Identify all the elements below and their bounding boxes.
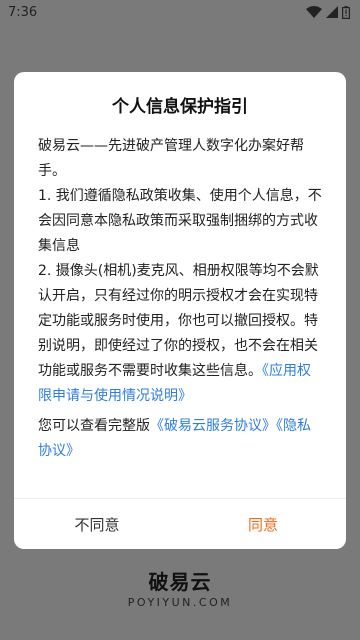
brand-domain: POYIYUN.COM bbox=[127, 596, 233, 609]
privacy-dialog: 个人信息保护指引 破易云——先进破产管理人数字化办案好帮手。 1. 我们遵循隐私… bbox=[14, 72, 346, 549]
status-time: 7:36 bbox=[8, 4, 38, 20]
battery-icon bbox=[342, 5, 350, 19]
policy-item-2: 2. 摄像头(相机)麦克风、相册权限等均不会默认开启，只有经过你的明示授权才会在… bbox=[38, 259, 322, 409]
status-icons bbox=[306, 5, 350, 19]
view-agreements: 您可以查看完整版《破易云服务协议》《隐私协议》 bbox=[38, 414, 322, 464]
intro-text: 破易云——先进破产管理人数字化办案好帮手。 bbox=[38, 138, 304, 179]
dialog-actions: 不同意 同意 bbox=[14, 499, 346, 549]
policy-item-1: 1. 我们遵循隐私政策收集、使用个人信息，不会因同意本隐私政策而采取强制捆绑的方… bbox=[38, 188, 322, 254]
policy-item-2-text: 2. 摄像头(相机)麦克风、相册权限等均不会默认开启，只有经过你的明示授权才会在… bbox=[38, 263, 319, 379]
agree-button[interactable]: 同意 bbox=[180, 499, 346, 549]
brand-name: 破易云 bbox=[148, 570, 212, 594]
service-agreement-link[interactable]: 《破易云服务协议》 bbox=[150, 418, 276, 434]
view-prefix: 您可以查看完整版 bbox=[38, 418, 150, 434]
status-bar: 7:36 bbox=[0, 0, 360, 24]
signal-icon bbox=[326, 6, 338, 18]
wifi-icon bbox=[306, 6, 322, 18]
dialog-title: 个人信息保护指引 bbox=[112, 97, 248, 117]
dialog-body: 破易云——先进破产管理人数字化办案好帮手。 1. 我们遵循隐私政策收集、使用个人… bbox=[38, 134, 322, 464]
disagree-button[interactable]: 不同意 bbox=[14, 499, 180, 549]
